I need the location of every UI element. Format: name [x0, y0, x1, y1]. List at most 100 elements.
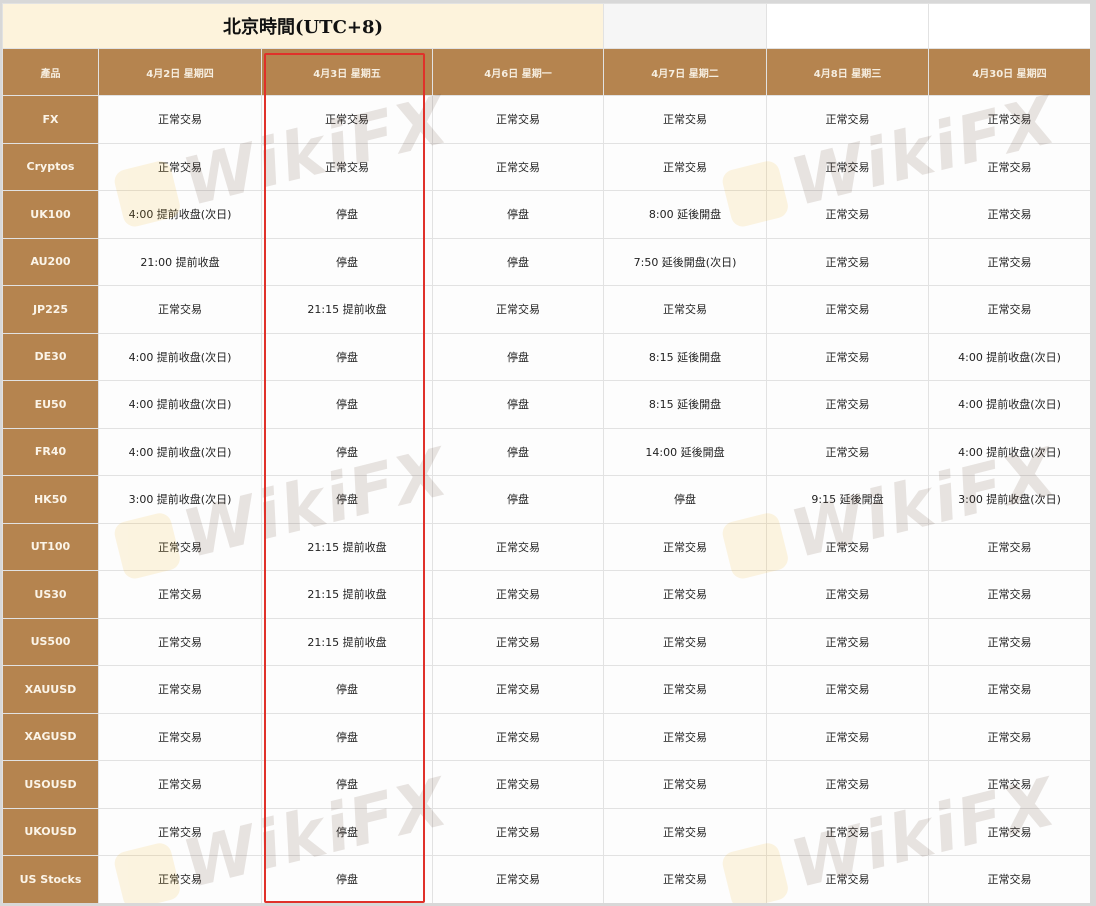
- status-cell: 正常交易: [928, 617, 1090, 666]
- status-cell: 正常交易: [603, 285, 767, 334]
- title-row: 北京時間(UTC+8): [2, 3, 1090, 49]
- status-cell: 正常交易: [432, 285, 604, 334]
- status-cell: 正常交易: [98, 95, 262, 144]
- status-cell: 21:15 提前收盘: [261, 522, 433, 571]
- status-cell: 正常交易: [766, 142, 929, 191]
- trading-schedule-table: 北京時間(UTC+8) 產品 4月2日 星期四 4月3日 星期五 4月6日 星期…: [2, 3, 1090, 903]
- table-title: 北京時間(UTC+8): [2, 3, 604, 49]
- table-row: US500 正常交易 21:15 提前收盘 正常交易 正常交易 正常交易 正常交易: [2, 617, 1090, 666]
- status-cell: 正常交易: [432, 570, 604, 619]
- status-cell: 正常交易: [766, 665, 929, 714]
- status-cell: 8:15 延後開盘: [603, 332, 767, 381]
- status-cell: 正常交易: [98, 570, 262, 619]
- product-cell: DE30: [2, 332, 99, 381]
- status-cell: 正常交易: [766, 855, 929, 903]
- table-row: USOUSD 正常交易 停盘 正常交易 正常交易 正常交易 正常交易: [2, 760, 1090, 809]
- table-row: XAGUSD 正常交易 停盘 正常交易 正常交易 正常交易 正常交易: [2, 712, 1090, 761]
- product-cell: XAUUSD: [2, 665, 99, 714]
- status-cell: 正常交易: [98, 617, 262, 666]
- header-apr7: 4月7日 星期二: [603, 48, 767, 96]
- status-cell: 正常交易: [928, 190, 1090, 239]
- product-cell: FX: [2, 95, 99, 144]
- status-cell: 正常交易: [98, 142, 262, 191]
- status-cell: 正常交易: [766, 237, 929, 286]
- status-cell: 停盘: [261, 712, 433, 761]
- header-row: 產品 4月2日 星期四 4月3日 星期五 4月6日 星期一 4月7日 星期二 4…: [2, 48, 1090, 96]
- status-cell: 正常交易: [603, 570, 767, 619]
- product-cell: FR40: [2, 427, 99, 476]
- status-cell: 8:00 延後開盘: [603, 190, 767, 239]
- status-cell: 停盘: [261, 237, 433, 286]
- status-cell: 7:50 延後開盘(次日): [603, 237, 767, 286]
- product-cell: US Stocks: [2, 855, 99, 903]
- status-cell: 4:00 提前收盘(次日): [98, 332, 262, 381]
- status-cell: 正常交易: [928, 237, 1090, 286]
- status-cell: 停盘: [432, 237, 604, 286]
- product-cell: UT100: [2, 522, 99, 571]
- header-apr3: 4月3日 星期五: [261, 48, 433, 96]
- product-cell: HK50: [2, 475, 99, 524]
- status-cell: 正常交易: [98, 522, 262, 571]
- blank-cell: [766, 3, 929, 49]
- status-cell: 正常交易: [432, 142, 604, 191]
- status-cell: 正常交易: [766, 190, 929, 239]
- status-cell: 4:00 提前收盘(次日): [928, 332, 1090, 381]
- status-cell: 4:00 提前收盘(次日): [928, 380, 1090, 429]
- status-cell: 正常交易: [766, 285, 929, 334]
- status-cell: 正常交易: [603, 712, 767, 761]
- status-cell: 停盘: [261, 475, 433, 524]
- status-cell: 正常交易: [928, 95, 1090, 144]
- status-cell: 正常交易: [928, 807, 1090, 856]
- status-cell: 正常交易: [603, 760, 767, 809]
- table-row: UT100 正常交易 21:15 提前收盘 正常交易 正常交易 正常交易 正常交易: [2, 522, 1090, 571]
- status-cell: 正常交易: [98, 712, 262, 761]
- status-cell: 停盘: [261, 855, 433, 903]
- status-cell: 14:00 延後開盘: [603, 427, 767, 476]
- status-cell: 正常交易: [928, 855, 1090, 903]
- status-cell: 正常交易: [928, 570, 1090, 619]
- status-cell: 正常交易: [261, 142, 433, 191]
- status-cell: 停盘: [261, 807, 433, 856]
- table-row: Cryptos 正常交易 正常交易 正常交易 正常交易 正常交易 正常交易: [2, 142, 1090, 191]
- status-cell: 21:15 提前收盘: [261, 570, 433, 619]
- product-cell: US500: [2, 617, 99, 666]
- status-cell: 停盘: [432, 332, 604, 381]
- status-cell: 停盘: [432, 475, 604, 524]
- status-cell: 停盘: [261, 332, 433, 381]
- table-row: US Stocks 正常交易 停盘 正常交易 正常交易 正常交易 正常交易: [2, 855, 1090, 903]
- status-cell: 正常交易: [766, 332, 929, 381]
- status-cell: 停盘: [261, 427, 433, 476]
- status-cell: 正常交易: [603, 95, 767, 144]
- status-cell: 停盘: [261, 190, 433, 239]
- status-cell: 正常交易: [766, 617, 929, 666]
- status-cell: 正常交易: [928, 760, 1090, 809]
- status-cell: 正常交易: [766, 807, 929, 856]
- status-cell: 正常交易: [261, 95, 433, 144]
- status-cell: 停盘: [432, 190, 604, 239]
- table-row: HK50 3:00 提前收盘(次日) 停盘 停盘 停盘 9:15 延後開盘 3:00 提前收…: [2, 475, 1090, 524]
- product-cell: XAGUSD: [2, 712, 99, 761]
- header-apr6: 4月6日 星期一: [432, 48, 604, 96]
- status-cell: 正常交易: [432, 665, 604, 714]
- status-cell: 4:00 提前收盘(次日): [98, 427, 262, 476]
- header-apr2: 4月2日 星期四: [98, 48, 262, 96]
- status-cell: 正常交易: [766, 570, 929, 619]
- status-cell: 8:15 延後開盘: [603, 380, 767, 429]
- table-row: JP225 正常交易 21:15 提前收盘 正常交易 正常交易 正常交易 正常交易: [2, 285, 1090, 334]
- status-cell: 正常交易: [98, 807, 262, 856]
- status-cell: 正常交易: [603, 855, 767, 903]
- status-cell: 正常交易: [928, 285, 1090, 334]
- status-cell: 正常交易: [766, 712, 929, 761]
- schedule-sheet: 北京時間(UTC+8) 產品 4月2日 星期四 4月3日 星期五 4月6日 星期…: [2, 3, 1090, 903]
- status-cell: 21:15 提前收盘: [261, 617, 433, 666]
- status-cell: 正常交易: [98, 285, 262, 334]
- status-cell: 正常交易: [98, 665, 262, 714]
- status-cell: 4:00 提前收盘(次日): [98, 380, 262, 429]
- status-cell: 正常交易: [766, 760, 929, 809]
- status-cell: 正常交易: [98, 855, 262, 903]
- table-row: DE30 4:00 提前收盘(次日) 停盘 停盘 8:15 延後開盘 正常交易 4:00 提…: [2, 332, 1090, 381]
- status-cell: 21:15 提前收盘: [261, 285, 433, 334]
- status-cell: 停盘: [261, 665, 433, 714]
- status-cell: 21:00 提前收盘: [98, 237, 262, 286]
- product-cell: UK100: [2, 190, 99, 239]
